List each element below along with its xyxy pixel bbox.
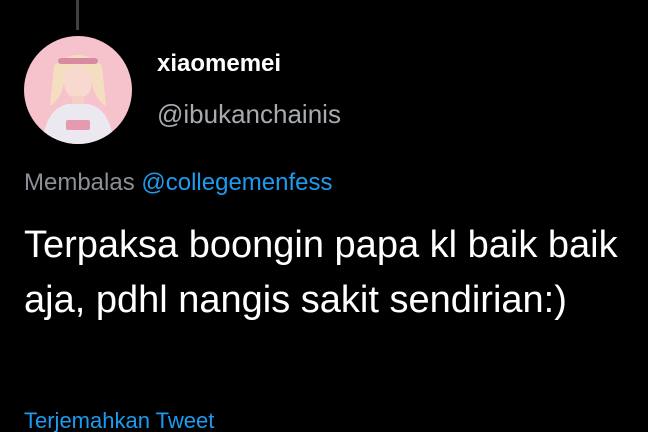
reply-context: Membalas @collegemenfess [24,169,333,197]
tweet-text: Terpaksa boongin papa kl baik baik aja, … [24,224,618,321]
profile-photo-icon [24,36,132,144]
thread-connector-line [76,0,79,30]
reply-target-link[interactable]: @collegemenfess [141,169,332,196]
avatar[interactable] [24,36,132,144]
author-handle[interactable]: @ibukanchainis [157,99,341,130]
author-display-name[interactable]: xiaomemei [157,50,281,78]
reply-label: Membalas [24,169,135,196]
translate-tweet-link[interactable]: Terjemahkan Tweet [24,408,214,432]
